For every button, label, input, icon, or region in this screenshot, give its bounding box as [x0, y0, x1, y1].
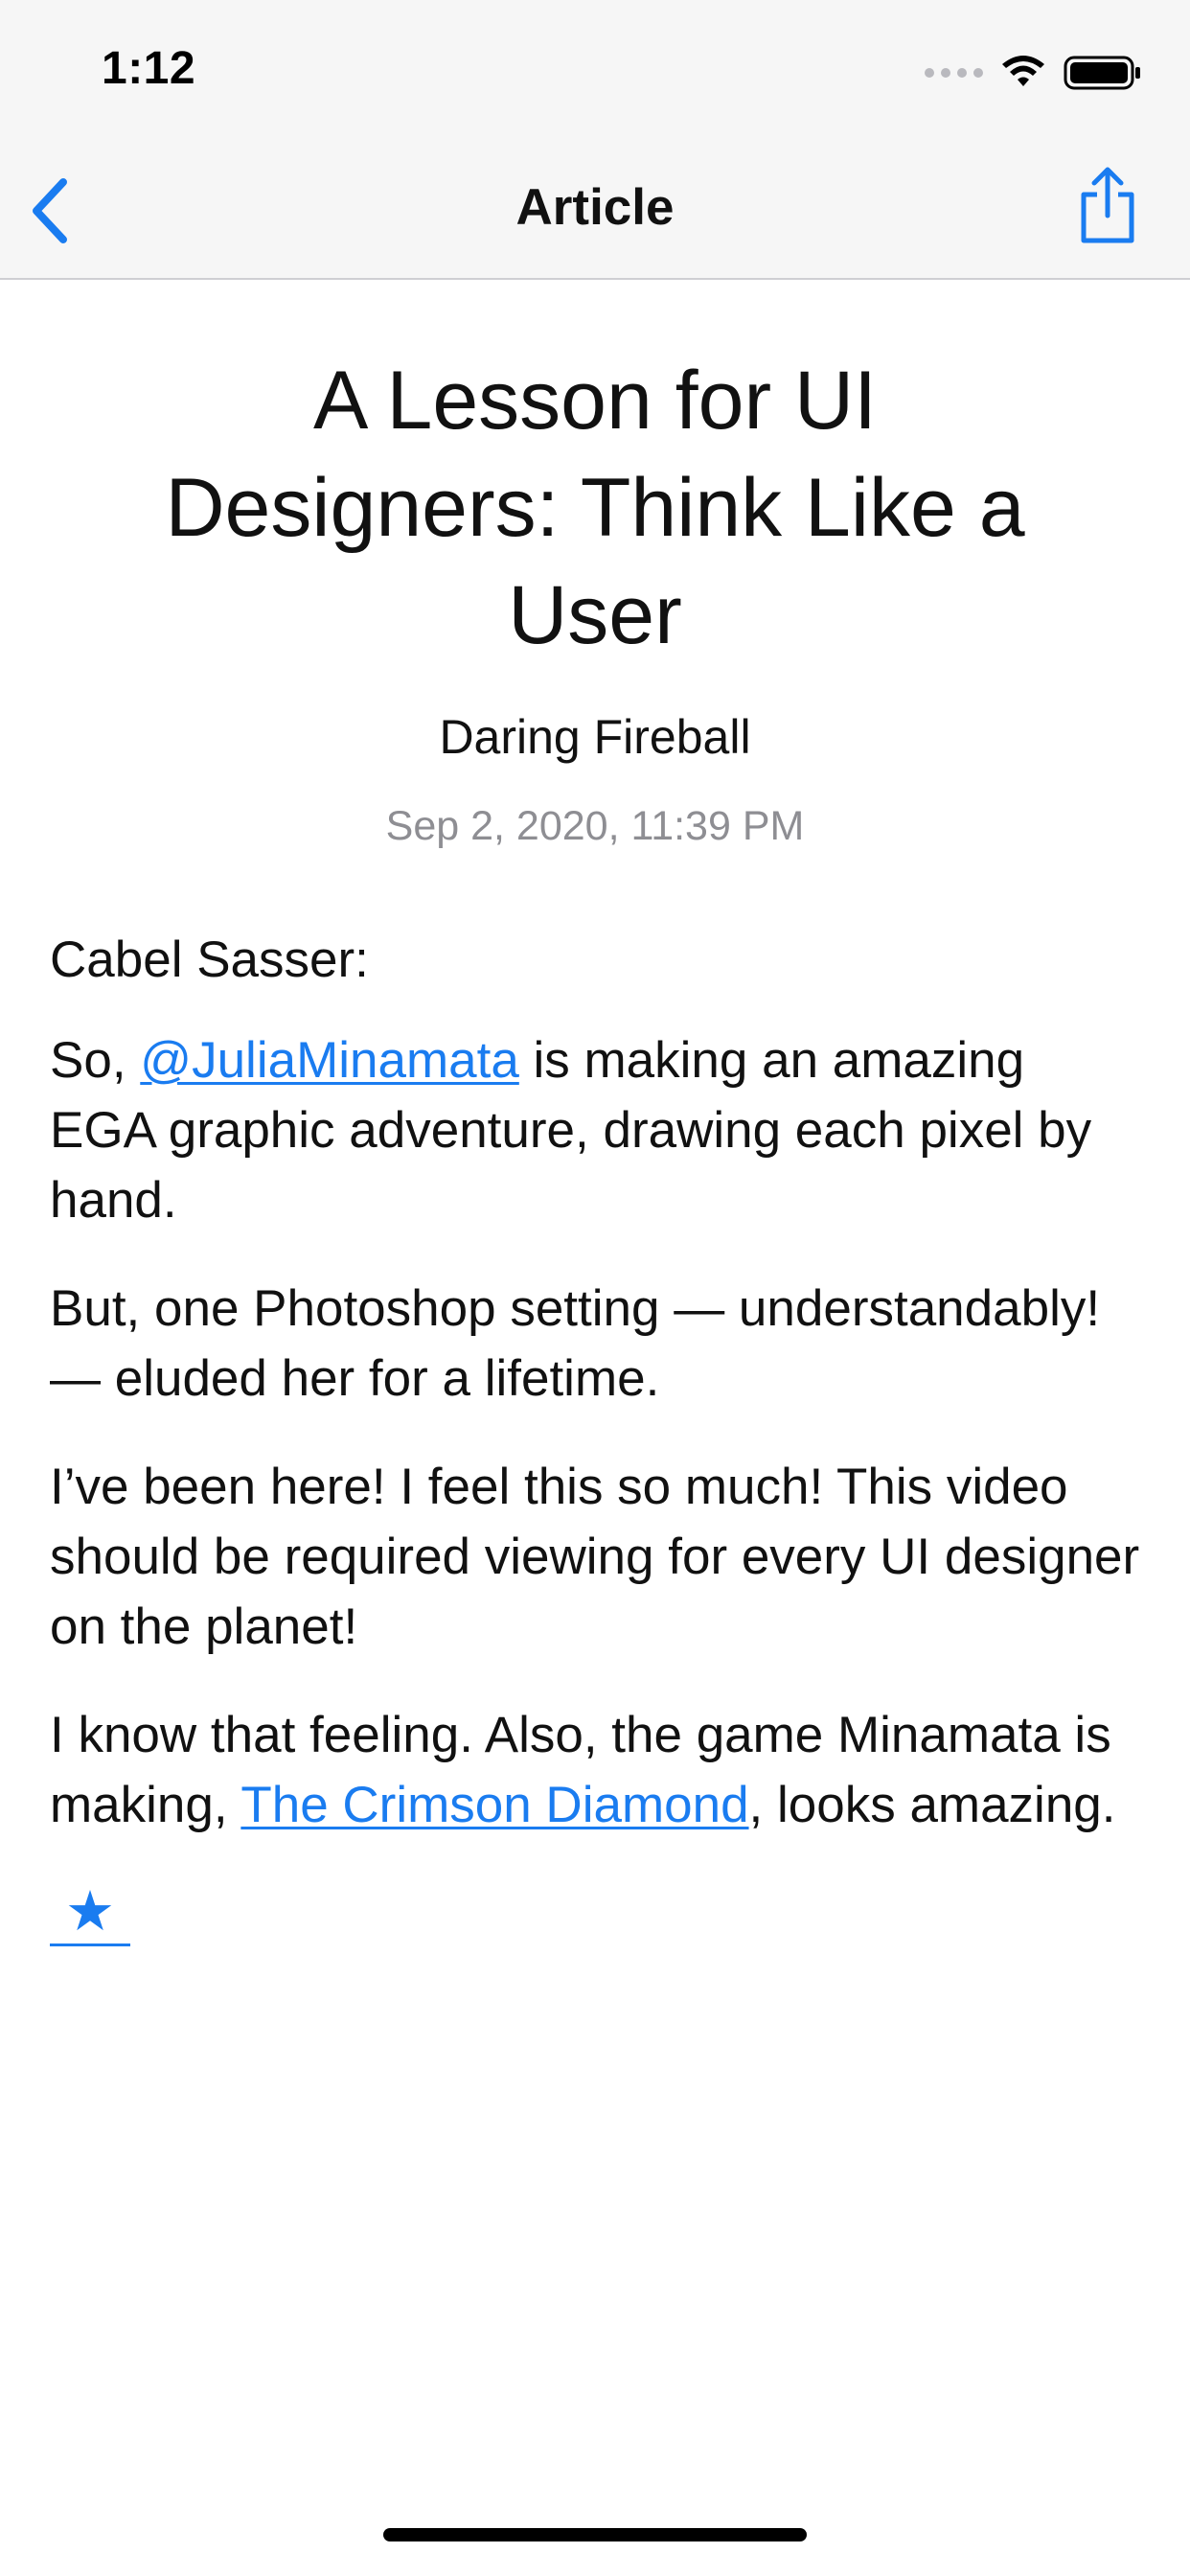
article-title: A Lesson for UI Designers: Think Like a … — [165, 355, 1025, 661]
article-paragraph-5: I know that feeling. Also, the game Mina… — [50, 1700, 1140, 1840]
star-paragraph: ★ — [50, 1878, 1140, 1948]
article-body: Cabel Sasser: So, @JuliaMinamata is maki… — [50, 925, 1140, 1948]
share-icon — [1081, 167, 1134, 243]
wifi-icon — [1002, 56, 1044, 86]
article-date: Sep 2, 2020, 11:39 PM — [385, 803, 805, 849]
paragraph-5-text-end: , looks amazing. — [748, 1777, 1116, 1833]
julia-minamata-link[interactable]: @JuliaMinamata — [140, 1032, 519, 1089]
status-time: 1:12 — [102, 43, 196, 94]
article-content: A Lesson for UI Designers: Think Like a … — [0, 280, 1190, 1987]
article-paragraph-2: So, @JuliaMinamata is making an amazing … — [50, 1025, 1140, 1235]
battery-icon — [1064, 56, 1140, 90]
star-permalink-icon[interactable]: ★ — [50, 1880, 130, 1946]
article-paragraph-3: But, one Photoshop setting — understanda… — [50, 1280, 1101, 1407]
navigation-bar: 1:12 Article — [0, 0, 1190, 280]
crimson-diamond-link[interactable]: The Crimson Diamond — [240, 1777, 748, 1833]
status-icons — [925, 50, 1142, 96]
signal-dots-icon — [925, 68, 983, 78]
article-paragraph-1: Cabel Sasser: — [50, 932, 369, 988]
share-button[interactable] — [1069, 163, 1146, 249]
nav-title: Article — [515, 179, 675, 236]
article-source: Daring Fireball — [439, 710, 751, 764]
home-indicator[interactable] — [383, 2528, 807, 2542]
paragraph-2-text-start: So, — [50, 1032, 141, 1089]
article-paragraph-4: I’ve been here! I feel this so much! Thi… — [50, 1459, 1140, 1655]
